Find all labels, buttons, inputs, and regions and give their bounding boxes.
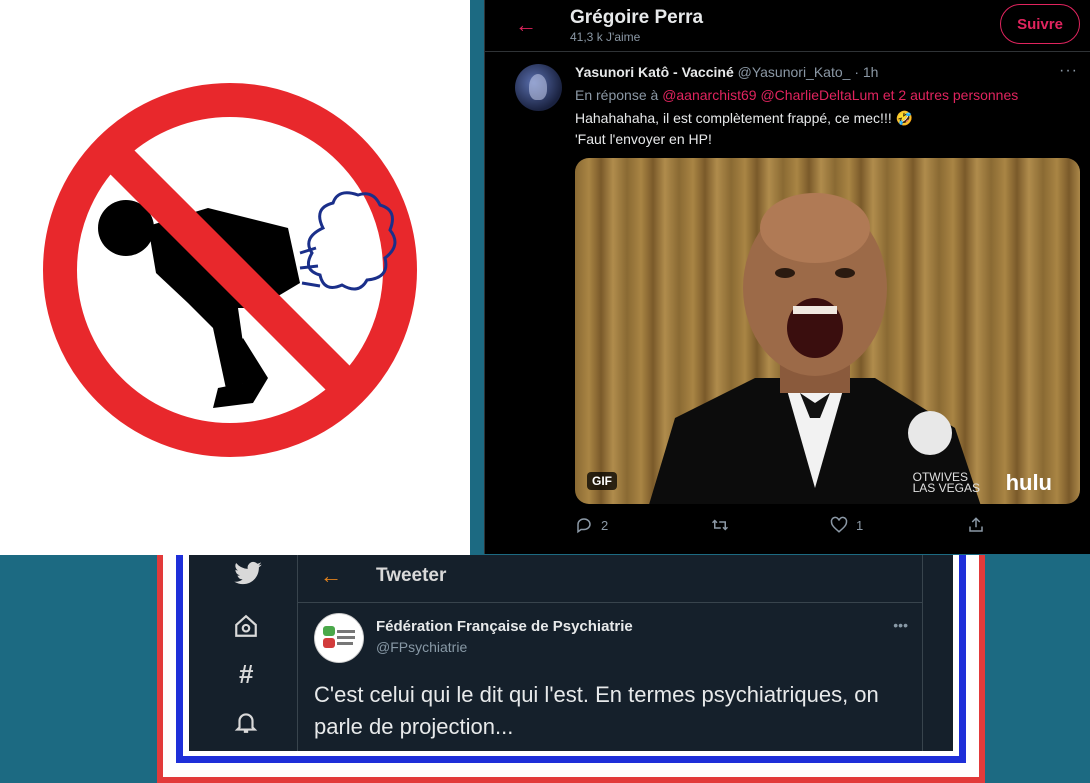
hashtag-icon[interactable]: # — [239, 659, 253, 690]
hulu-logo: hulu — [1005, 470, 1052, 495]
tweet-gif-media[interactable]: GIF OTWIVES LAS VEGAS hulu — [575, 158, 1080, 504]
reply-context: En réponse à @aanarchist69 @CharlieDelta… — [575, 87, 1018, 103]
tweet-text-line: Hahahahaha, il est complètement frappé, … — [575, 110, 914, 126]
retweet-icon — [711, 519, 729, 531]
tweet-text: Hahahahaha, il est complètement frappé, … — [575, 108, 913, 150]
more-options-icon[interactable]: ··· — [1059, 62, 1078, 80]
profile-header: ← Grégoire Perra 41,3 k J'aime Suivre — [485, 0, 1090, 52]
tweet-detail-column: ← Tweeter Fédération Française de Psychi… — [298, 555, 923, 751]
share-button[interactable] — [967, 516, 985, 534]
ffp-logo-icon — [323, 626, 355, 648]
reply-count: 2 — [601, 517, 609, 533]
profile-likes-count: 41,3 k J'aime — [570, 30, 641, 44]
embedded-tweet-screenshot: # ← Tweeter Fédération Française de Psyc… — [189, 555, 953, 751]
twitter-nav-sidebar: # — [189, 555, 298, 751]
reply-icon — [577, 518, 591, 534]
retweet-button[interactable] — [710, 516, 730, 534]
avatar[interactable] — [515, 64, 562, 111]
tweet-text: C'est celui qui le dit qui l'est. En ter… — [314, 682, 879, 739]
reply-mentions[interactable]: @aanarchist69 @CharlieDeltaLum — [662, 87, 879, 103]
overlay-line: LAS VEGAS — [912, 481, 980, 495]
bell-icon[interactable] — [233, 709, 259, 735]
tweet-text-line: 'Faut l'envoyer en HP! — [575, 131, 712, 147]
no-farting-sign-icon — [43, 83, 417, 457]
heart-icon — [830, 516, 848, 533]
show-title-overlay: OTWIVES LAS VEGAS — [912, 471, 980, 495]
reply-prefix: En réponse à — [575, 87, 659, 103]
no-farting-sign-panel — [0, 0, 470, 555]
avatar[interactable] — [314, 613, 364, 663]
arrow-left-icon[interactable]: ← — [320, 563, 342, 589]
arrow-left-icon[interactable]: ← — [515, 12, 537, 38]
follow-button[interactable]: Suivre — [1000, 4, 1080, 44]
profile-name: Grégoire Perra — [570, 7, 704, 28]
twitter-bird-icon[interactable] — [233, 561, 263, 587]
laughing-man-image — [649, 193, 981, 504]
author-name[interactable]: Yasunori Katô - Vacciné — [575, 64, 734, 80]
author-name[interactable]: Fédération Française de Psychiatrie — [376, 618, 633, 635]
tweet-panel: ← Grégoire Perra 41,3 k J'aime Suivre Ya… — [484, 0, 1090, 554]
author-handle[interactable]: @Yasunori_Kato_ · 1h — [738, 64, 879, 80]
author-handle[interactable]: @FPsychiatrie — [376, 639, 467, 655]
reply-button[interactable]: 2 — [575, 516, 608, 534]
share-icon — [969, 517, 983, 532]
tweet-actions: 2 1 — [575, 516, 1005, 540]
reply-others[interactable]: et 2 autres personnes — [883, 87, 1018, 103]
more-options-icon[interactable]: ••• — [893, 617, 908, 633]
gif-badge: GIF — [587, 472, 617, 490]
tweet-header: Yasunori Katô - Vacciné @Yasunori_Kato_ … — [575, 64, 878, 80]
tweet-detail-title: Tweeter — [376, 565, 447, 586]
tweet-detail-header: ← Tweeter — [298, 555, 922, 603]
like-count: 1 — [856, 517, 864, 533]
like-button[interactable]: 1 — [830, 516, 863, 534]
home-icon[interactable] — [233, 613, 259, 639]
